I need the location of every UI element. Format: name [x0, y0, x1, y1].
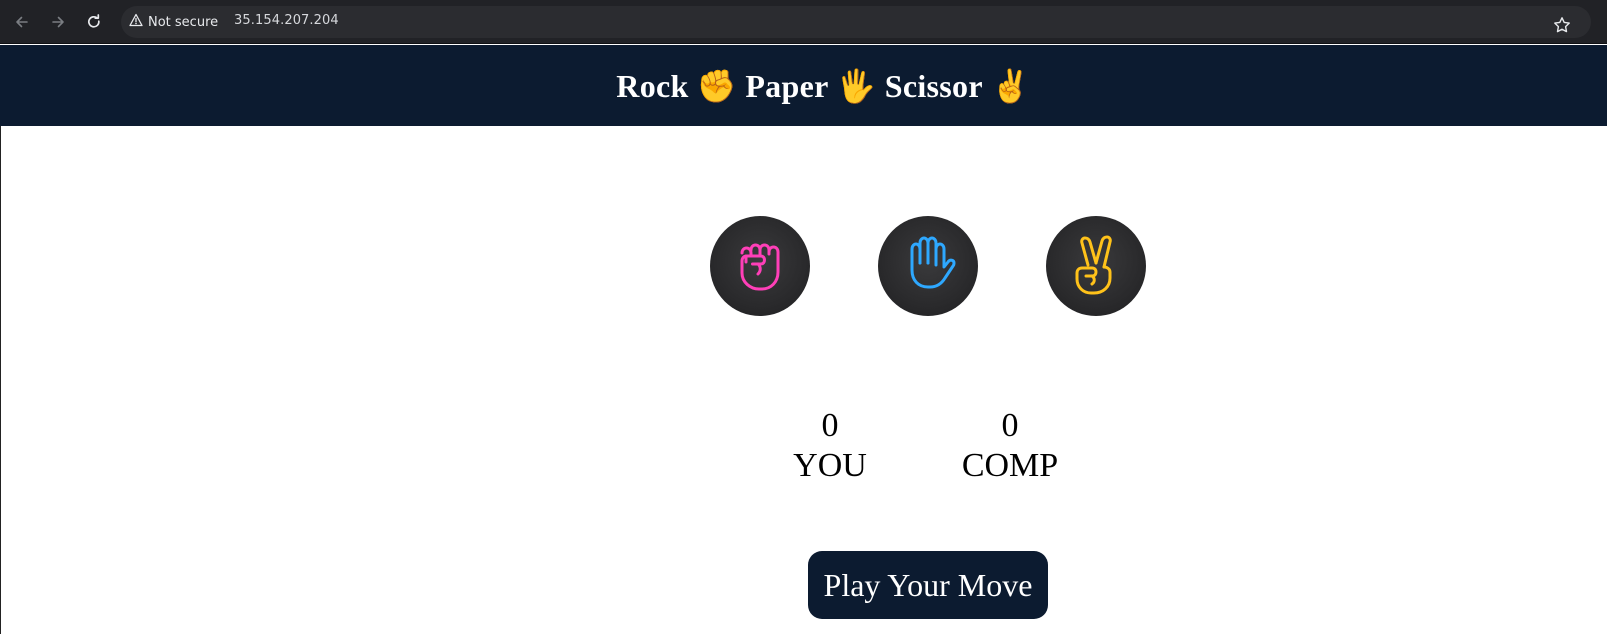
star-icon — [1553, 17, 1571, 38]
page-edge — [0, 126, 1, 634]
paper-choice[interactable] — [878, 216, 978, 316]
bookmark-button[interactable] — [1553, 16, 1573, 36]
play-move-button[interactable]: Play Your Move — [808, 551, 1048, 619]
scissor-choice[interactable] — [1046, 216, 1146, 316]
comp-label: COMP — [961, 447, 1059, 484]
user-score: 0 — [821, 407, 839, 444]
warning-triangle-icon — [129, 13, 143, 31]
comp-score: 0 — [1001, 407, 1019, 444]
choices-row — [710, 216, 1146, 316]
arrow-right-icon — [50, 14, 66, 30]
reload-button[interactable] — [82, 10, 106, 34]
address-bar[interactable]: Not secure 35.154.207.204 — [121, 6, 1591, 38]
browser-toolbar: Not secure 35.154.207.204 — [0, 0, 1607, 44]
comp-score-block: 0 COMP — [950, 406, 1070, 486]
app-header: Rock ✊ Paper 🖐 Scissor ✌ — [0, 45, 1607, 126]
scoreboard: 0 YOU 0 COMP — [790, 406, 1070, 486]
url-text[interactable]: 35.154.207.204 — [234, 13, 339, 28]
fist-icon — [732, 235, 788, 297]
rock-choice[interactable] — [710, 216, 810, 316]
security-label: Not secure — [148, 14, 219, 30]
reload-icon — [86, 14, 102, 30]
open-hand-icon — [900, 235, 956, 297]
page-title: Rock ✊ Paper 🖐 Scissor ✌ — [616, 67, 1031, 104]
security-indicator[interactable]: Not secure — [129, 10, 218, 34]
user-score-block: 0 YOU — [790, 406, 870, 486]
victory-hand-icon — [1068, 235, 1124, 297]
forward-button[interactable] — [46, 10, 70, 34]
user-label: YOU — [793, 447, 867, 484]
arrow-left-icon — [14, 14, 30, 30]
back-button[interactable] — [10, 10, 34, 34]
